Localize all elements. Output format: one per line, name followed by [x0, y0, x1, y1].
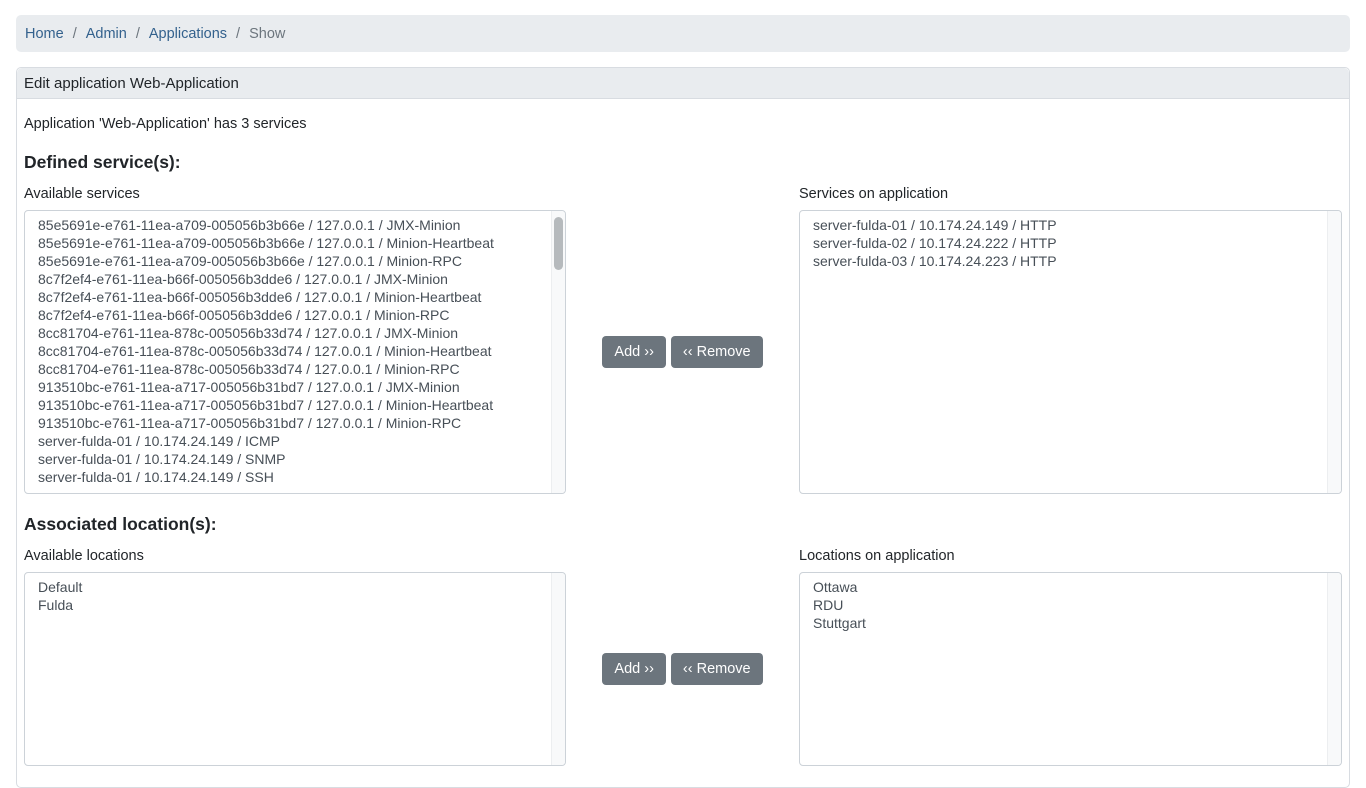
location-option[interactable]: Ottawa [800, 578, 1326, 596]
scrollbar-track[interactable] [1327, 573, 1341, 765]
available-locations-label: Available locations [24, 548, 566, 572]
service-option[interactable]: 8cc81704-e761-11ea-878c-005056b33d74 / 1… [25, 360, 550, 378]
assigned-locations-options: OttawaRDUStuttgart [800, 578, 1326, 632]
breadcrumb-separator: / [64, 26, 86, 42]
card-header: Edit application Web-Application [17, 68, 1349, 99]
service-option[interactable]: 913510bc-e761-11ea-a717-005056b31bd7 / 1… [25, 378, 550, 396]
available-locations-listbox[interactable]: DefaultFulda [24, 572, 566, 766]
service-option[interactable]: server-fulda-01 / 10.174.24.149 / SSH [25, 468, 550, 486]
breadcrumb-separator: / [127, 26, 149, 42]
location-option[interactable]: Fulda [25, 596, 550, 614]
service-option[interactable]: server-fulda-02 / 10.174.24.222 / HTTP [800, 234, 1326, 252]
remove-service-button[interactable]: ‹‹ Remove [671, 336, 763, 368]
edit-application-card: Edit application Web-Application Applica… [16, 67, 1350, 788]
services-transfer-buttons: Add ›› ‹‹ Remove [566, 210, 799, 494]
services-transfer: Available services Services on applicati… [24, 186, 1342, 494]
add-location-button[interactable]: Add ›› [602, 653, 666, 685]
location-option[interactable]: Default [25, 578, 550, 596]
locations-transfer-buttons: Add ›› ‹‹ Remove [566, 572, 799, 766]
breadcrumb-link-home[interactable]: Home [25, 26, 64, 42]
breadcrumb-current-show: Show [249, 26, 285, 42]
scrollbar-track[interactable] [551, 211, 565, 493]
service-option[interactable]: 8c7f2ef4-e761-11ea-b66f-005056b3dde6 / 1… [25, 306, 550, 324]
available-services-label: Available services [24, 186, 566, 210]
available-services-options: 85e5691e-e761-11ea-a709-005056b3b66e / 1… [25, 216, 550, 486]
services-on-application-label: Services on application [799, 186, 1342, 210]
scrollbar-thumb[interactable] [554, 217, 563, 270]
service-option[interactable]: 85e5691e-e761-11ea-a709-005056b3b66e / 1… [25, 234, 550, 252]
breadcrumb-link-admin[interactable]: Admin [86, 26, 127, 42]
service-option[interactable]: server-fulda-03 / 10.174.24.223 / HTTP [800, 252, 1326, 270]
service-option[interactable]: 913510bc-e761-11ea-a717-005056b31bd7 / 1… [25, 414, 550, 432]
available-services-listbox[interactable]: 85e5691e-e761-11ea-a709-005056b3b66e / 1… [24, 210, 566, 494]
location-option[interactable]: Stuttgart [800, 614, 1326, 632]
card-body: Application 'Web-Application' has 3 serv… [17, 99, 1349, 787]
locations-on-application-label: Locations on application [799, 548, 1342, 572]
services-section-heading: Defined service(s): [24, 152, 1342, 173]
available-locations-options: DefaultFulda [25, 578, 550, 614]
locations-transfer: Available locations Locations on applica… [24, 548, 1342, 766]
card-title: Edit application Web-Application [24, 75, 239, 92]
service-option[interactable]: 913510bc-e761-11ea-a717-005056b31bd7 / 1… [25, 396, 550, 414]
services-on-application-listbox[interactable]: server-fulda-01 / 10.174.24.149 / HTTPse… [799, 210, 1342, 494]
service-option[interactable]: 85e5691e-e761-11ea-a709-005056b3b66e / 1… [25, 252, 550, 270]
scrollbar-track[interactable] [1327, 211, 1341, 493]
service-option[interactable]: server-fulda-01 / 10.174.24.149 / SNMP [25, 450, 550, 468]
locations-section-heading: Associated location(s): [24, 514, 1342, 535]
page: Home / Admin / Applications / Show Edit … [0, 0, 1366, 788]
breadcrumb: Home / Admin / Applications / Show [16, 15, 1350, 52]
service-option[interactable]: 8c7f2ef4-e761-11ea-b66f-005056b3dde6 / 1… [25, 270, 550, 288]
service-option[interactable]: 8c7f2ef4-e761-11ea-b66f-005056b3dde6 / 1… [25, 288, 550, 306]
add-service-button[interactable]: Add ›› [602, 336, 666, 368]
service-option[interactable]: server-fulda-01 / 10.174.24.149 / HTTP [800, 216, 1326, 234]
remove-location-button[interactable]: ‹‹ Remove [671, 653, 763, 685]
location-option[interactable]: RDU [800, 596, 1326, 614]
breadcrumb-separator: / [227, 26, 249, 42]
service-option[interactable]: 8cc81704-e761-11ea-878c-005056b33d74 / 1… [25, 324, 550, 342]
service-option[interactable]: server-fulda-01 / 10.174.24.149 / ICMP [25, 432, 550, 450]
assigned-services-options: server-fulda-01 / 10.174.24.149 / HTTPse… [800, 216, 1326, 270]
breadcrumb-link-applications[interactable]: Applications [149, 26, 227, 42]
scrollbar-track[interactable] [551, 573, 565, 765]
service-option[interactable]: 8cc81704-e761-11ea-878c-005056b33d74 / 1… [25, 342, 550, 360]
locations-on-application-listbox[interactable]: OttawaRDUStuttgart [799, 572, 1342, 766]
application-summary: Application 'Web-Application' has 3 serv… [24, 116, 1342, 132]
service-option[interactable]: 85e5691e-e761-11ea-a709-005056b3b66e / 1… [25, 216, 550, 234]
